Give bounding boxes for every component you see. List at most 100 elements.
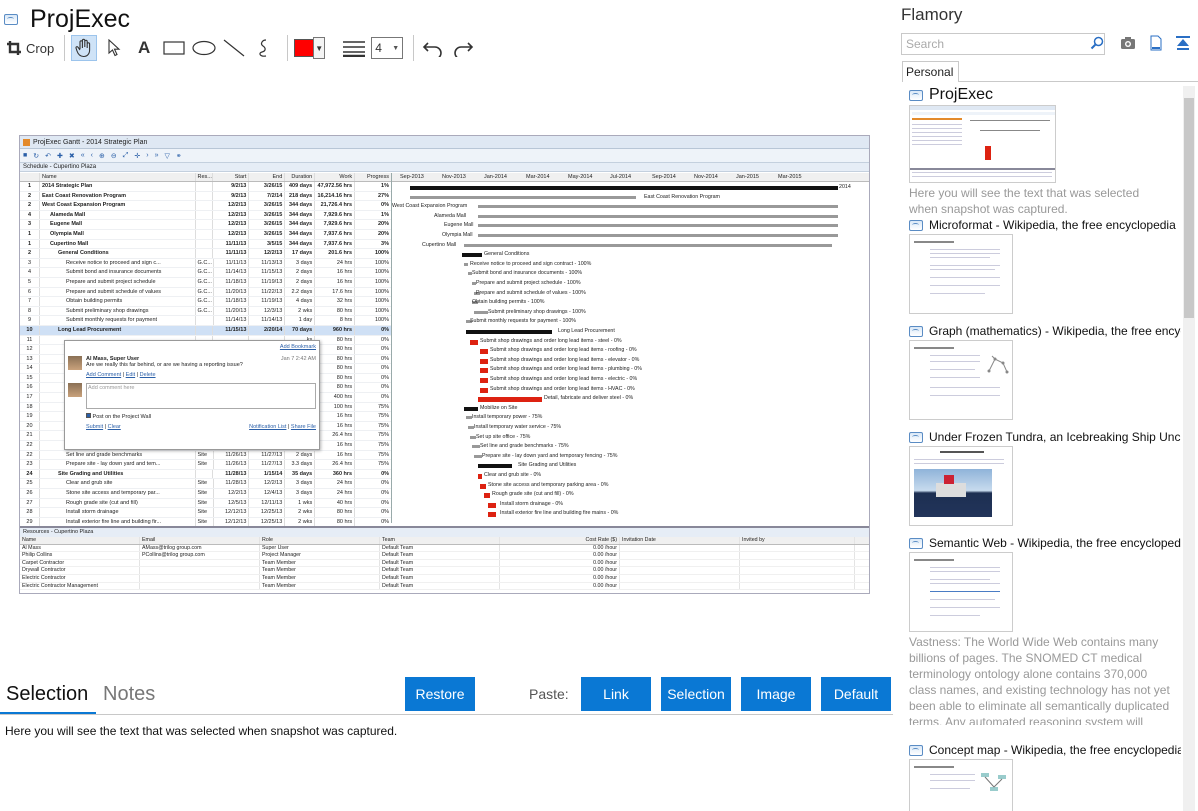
table-row[interactable]: 8 Submit preliminary shop drawings G.C... 1… (20, 306, 391, 317)
table-row[interactable]: 2 West Coast Expansion Program 12/2/13 3/26… (20, 201, 391, 211)
resource-row[interactable]: Carpet Contractor Team Member Default Team… (20, 559, 869, 568)
add-comment-link[interactable]: Add Comment (86, 372, 121, 378)
gantt-bar[interactable] (474, 310, 488, 314)
resource-row[interactable]: Electric Contractor Management Team Membe… (20, 582, 869, 591)
snapshot-item[interactable]: Graph (mathematics) - Wikipedia, the fre… (909, 323, 1181, 425)
gantt-bar[interactable] (478, 397, 542, 403)
gantt-bar[interactable] (478, 464, 512, 469)
scrollbar-thumb[interactable] (1184, 98, 1194, 318)
table-row[interactable]: 3 Receive notice to proceed and sign c...… (20, 258, 391, 269)
snapshot-thumbnail[interactable] (909, 234, 1013, 314)
gantt-bar[interactable] (478, 224, 838, 228)
table-row[interactable]: 5 Prepare and submit project schedule G.C.… (20, 277, 391, 288)
table-row[interactable]: 23 Prepare site - lay down yard and tem..… (20, 460, 391, 470)
gantt-bar[interactable] (484, 493, 490, 499)
clear-link[interactable]: Clear (108, 424, 121, 430)
camera-icon[interactable] (1120, 35, 1136, 51)
snapshot-thumbnail[interactable] (909, 552, 1013, 632)
ellipse-tool-button[interactable] (191, 35, 217, 61)
color-picker[interactable]: ▼ (294, 35, 326, 61)
paste-selection-button[interactable]: Selection (661, 677, 731, 711)
table-row[interactable]: 7 Obtain building permits G.C... 11/18/13 11… (20, 297, 391, 307)
line-tool-button[interactable] (221, 35, 247, 61)
search-input[interactable]: Search (901, 33, 1105, 55)
gantt-bar[interactable] (478, 205, 838, 209)
rectangle-tool-button[interactable] (161, 35, 187, 61)
gantt-bar[interactable] (488, 502, 496, 508)
comment-popup[interactable]: Add Bookmark Al Mass, Super User Jan 7 2… (64, 340, 320, 450)
table-row[interactable]: 1 2014 Strategic Plan 9/2/13 3/26/15 409 day… (20, 182, 391, 192)
table-row[interactable]: 9 Submit monthly requests for payment 11/1… (20, 316, 391, 326)
paste-image-button[interactable]: Image (741, 677, 811, 711)
resource-row[interactable]: Al Mass AMass@trilog group.com Super User D… (20, 544, 869, 553)
gantt-bar[interactable] (480, 358, 488, 364)
gantt-bar[interactable] (480, 378, 488, 383)
post-wall-checkbox[interactable] (86, 413, 91, 418)
table-row[interactable]: 22 Set line and grade benchmarks Site 11/26… (20, 450, 391, 461)
selection-text[interactable]: Here you will see the text that was sele… (5, 724, 397, 738)
table-row[interactable]: 4 Submit bond and insurance documents G.C.… (20, 268, 391, 278)
table-row[interactable]: 3 Eugene Mall 12/2/13 3/26/15 344 days 7,929.… (20, 220, 391, 230)
gantt-bar[interactable] (464, 262, 468, 266)
snapshot-thumbnail[interactable] (909, 446, 1013, 526)
gantt-bar[interactable] (464, 406, 478, 411)
restore-button[interactable]: Restore (405, 677, 475, 711)
add-bookmark-link[interactable]: Add Bookmark (280, 344, 316, 350)
notification-list-link[interactable]: Notification List (249, 424, 286, 430)
paste-link-button[interactable]: Link (581, 677, 651, 711)
table-row[interactable]: 27 Rough grade site (cut and fill) Site 12/… (20, 498, 391, 509)
resource-row[interactable]: Philip Collins PCollins@trilog group.com P… (20, 552, 869, 560)
table-row[interactable]: 2 East Coast Renovation Program 9/2/13 7/2/… (20, 191, 391, 202)
text-tool-button[interactable]: A (131, 35, 157, 61)
crop-button[interactable]: Crop (6, 35, 54, 61)
snapshot-thumbnail[interactable] (909, 340, 1013, 420)
submit-link[interactable]: Submit (86, 424, 103, 430)
line-width-button[interactable] (341, 35, 367, 61)
gantt-bar[interactable] (464, 243, 832, 247)
snapshot-item[interactable]: Semantic Web - Wikipedia, the free encyc… (909, 535, 1181, 738)
table-row[interactable]: 25 Clear and grub site Site 11/28/13 12/2/13… (20, 479, 391, 489)
snapshot-item[interactable]: Concept map - Wikipedia, the free encycl… (909, 742, 1181, 811)
table-row[interactable]: 1 Cupertino Mall 11/11/13 3/5/15 344 days 7,9… (20, 239, 391, 250)
snapshot-thumbnail[interactable] (909, 105, 1056, 183)
table-row[interactable]: 6 Prepare and submit schedule of values G.… (20, 287, 391, 298)
snapshot-item[interactable]: Under Frozen Tundra, an Icebreaking Ship… (909, 429, 1181, 531)
gantt-bar[interactable] (474, 454, 482, 458)
collapse-top-icon[interactable] (1175, 35, 1191, 51)
gantt-bar[interactable] (410, 186, 838, 190)
snapshot-list-scrollbar[interactable] (1183, 86, 1195, 811)
undo-button[interactable] (420, 35, 446, 61)
table-row[interactable]: 10 Long Lead Procurement 11/15/13 2/20/14 70… (20, 325, 391, 336)
freehand-tool-button[interactable] (251, 35, 277, 61)
resource-row[interactable]: Drywall Contractor Team Member Default Tea… (20, 567, 869, 575)
snapshot-item[interactable]: ProjExec Here you will see the text that… (909, 86, 1181, 216)
tab-personal[interactable]: Personal (902, 61, 959, 82)
table-row[interactable]: 24 Site Grading and Utilities 11/28/13 1/15… (20, 469, 391, 480)
redo-button[interactable] (450, 35, 476, 61)
paste-default-button[interactable]: Default (821, 677, 891, 711)
snapshot-thumbnail[interactable] (909, 759, 1013, 811)
select-tool-button[interactable] (101, 35, 127, 61)
edit-link[interactable]: Edit (126, 372, 135, 378)
line-width-select[interactable]: 4 ▼ (371, 35, 404, 61)
table-row[interactable]: 4 Alameda Mall 12/2/13 3/26/15 344 days 7,929… (20, 210, 391, 221)
gantt-bar[interactable] (410, 195, 636, 199)
captured-screenshot[interactable]: ProjExec Gantt - 2014 Strategic Plan ■ ↻ ↶… (19, 135, 870, 594)
document-icon[interactable] (1148, 35, 1164, 51)
gantt-bar[interactable] (480, 368, 488, 374)
resource-row[interactable]: Electric Contractor Team Member Default Te… (20, 574, 869, 583)
gantt-bar[interactable] (478, 474, 482, 479)
table-row[interactable]: 26 Stone site access and temporary par...… (20, 489, 391, 499)
delete-link[interactable]: Delete (140, 372, 156, 378)
gantt-bar[interactable] (488, 512, 496, 518)
table-row[interactable]: 2 General Conditions 11/11/13 12/2/13 17 day… (20, 249, 391, 259)
gantt-bar[interactable] (466, 330, 552, 334)
snapshot-item[interactable]: Microformat - Wikipedia, the free encycl… (909, 217, 1181, 319)
gantt-bar[interactable] (480, 483, 486, 489)
search-icon[interactable] (1090, 36, 1104, 50)
gantt-bar[interactable] (478, 214, 838, 218)
table-row[interactable]: 1 Olympia Mall 12/2/13 3/26/15 344 days 7,937… (20, 229, 391, 240)
hand-tool-button[interactable] (71, 35, 98, 61)
share-file-link[interactable]: Share File (291, 424, 316, 430)
table-row[interactable]: 28 Install storm drainage Site 12/12/13 12/2… (20, 508, 391, 518)
